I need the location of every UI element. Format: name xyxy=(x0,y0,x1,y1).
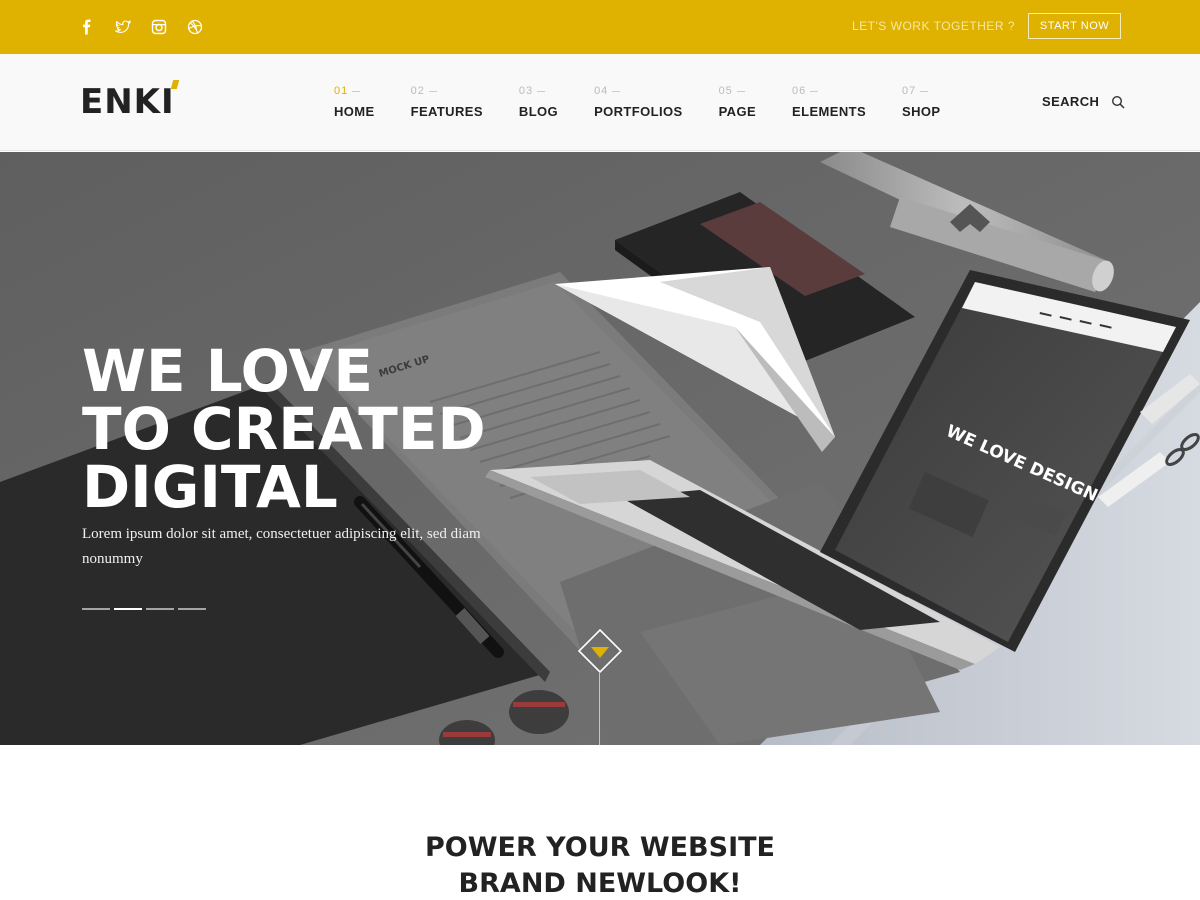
nav-label: HOME xyxy=(334,104,375,119)
hero-title-line: DIGITAL xyxy=(82,453,338,521)
nav-dash xyxy=(612,90,621,92)
slide-dot-4[interactable] xyxy=(178,608,206,610)
nav-label: FEATURES xyxy=(410,104,483,119)
main-header: ENKI 01 HOME 02 FEATURES 03 BLOG 04 PORT… xyxy=(0,54,1200,151)
nav-label: ELEMENTS xyxy=(792,104,867,119)
nav-dash xyxy=(428,90,437,92)
section-title-line: BRAND NEWLOOK! xyxy=(458,868,742,899)
nav-dash xyxy=(920,90,929,92)
nav-item-elements[interactable]: 06 ELEMENTS xyxy=(792,84,866,119)
hero-subtitle: Lorem ipsum dolor sit amet, consectetuer… xyxy=(82,526,481,567)
slider-pagination xyxy=(82,608,206,610)
dribbble-icon[interactable] xyxy=(186,18,204,36)
nav-number: 06 xyxy=(792,85,807,97)
nav-label: PORTFOLIOS xyxy=(594,104,683,119)
search-label: SEARCH xyxy=(1042,94,1100,109)
section-title: POWER YOUR WEBSITE BRAND NEWLOOK! xyxy=(0,830,1200,900)
logo[interactable]: ENKI xyxy=(80,82,175,122)
search-toggle[interactable]: SEARCH xyxy=(1042,94,1125,109)
section-title-line: POWER YOUR WEBSITE xyxy=(425,832,775,863)
slide-dot-2[interactable] xyxy=(114,608,142,610)
start-now-button[interactable]: START NOW xyxy=(1028,13,1121,39)
nav-item-features[interactable]: 02 FEATURES xyxy=(411,84,483,119)
nav-number: 01 xyxy=(334,85,349,97)
hero-title-line: WE LOVE xyxy=(82,337,373,405)
nav-number: 03 xyxy=(518,85,534,97)
hero-slider: WE LOVE DESIGN MOCK UP WE LOVE TO CREATE… xyxy=(0,152,1200,745)
slide-dot-1[interactable] xyxy=(82,608,110,610)
logo-accent-mark xyxy=(170,80,180,89)
twitter-icon[interactable] xyxy=(114,18,132,36)
nav-label: PAGE xyxy=(718,104,757,119)
facebook-icon[interactable] xyxy=(78,18,96,36)
nav-item-home[interactable]: 01 HOME xyxy=(334,84,375,119)
nav-number: 04 xyxy=(594,85,609,97)
nav-number: 07 xyxy=(902,85,917,97)
nav-number: 05 xyxy=(718,85,733,97)
nav-item-page[interactable]: 05 PAGE xyxy=(719,84,756,119)
scroll-down-button[interactable] xyxy=(578,629,622,673)
nav-item-portfolios[interactable]: 04 PORTFOLIOS xyxy=(594,84,683,119)
top-bar: LET'S WORK TOGETHER ? START NOW xyxy=(0,0,1200,54)
nav-number: 02 xyxy=(410,85,425,97)
nav-label: BLOG xyxy=(518,104,559,119)
nav-item-shop[interactable]: 07 SHOP xyxy=(902,84,940,119)
nav-dash xyxy=(352,90,361,92)
nav-label: SHOP xyxy=(902,104,941,119)
chevron-down-icon xyxy=(591,647,609,658)
nav-dash xyxy=(810,90,819,92)
hero-title-line: TO CREATED xyxy=(82,395,486,463)
search-icon xyxy=(1112,95,1125,109)
social-links xyxy=(78,18,204,36)
scroll-line xyxy=(599,673,600,745)
tagline: LET'S WORK TOGETHER ? xyxy=(852,19,1016,33)
nav-dash xyxy=(736,90,745,92)
instagram-icon[interactable] xyxy=(150,18,168,36)
hero-title: WE LOVE TO CREATED DIGITAL xyxy=(82,342,486,516)
nav-item-blog[interactable]: 03 BLOG xyxy=(519,84,558,119)
slide-dot-3[interactable] xyxy=(146,608,174,610)
nav-dash xyxy=(537,90,546,92)
main-nav: 01 HOME 02 FEATURES 03 BLOG 04 PORTFOLIO… xyxy=(334,84,976,119)
